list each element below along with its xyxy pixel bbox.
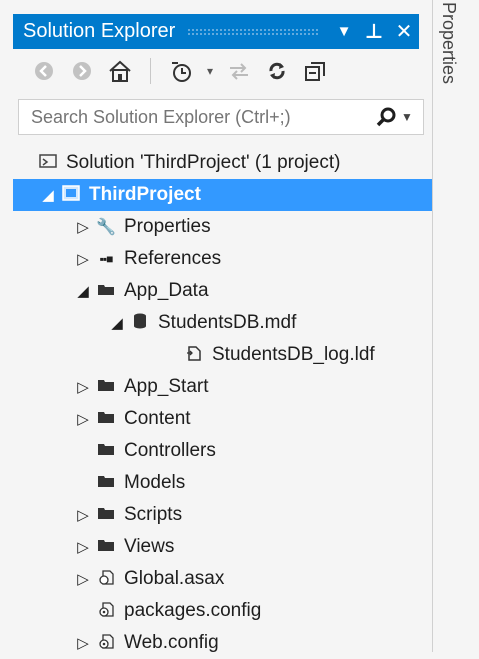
tree-item-label: Properties <box>124 216 211 237</box>
expand-arrow-icon[interactable]: ▷ <box>72 506 94 524</box>
tree-item-label: App_Start <box>124 376 209 397</box>
expand-arrow-icon[interactable]: ▷ <box>72 570 94 588</box>
expand-arrow-icon[interactable]: ▷ <box>72 634 94 652</box>
tree-item-web-config[interactable]: ▷ Web.config <box>72 627 219 659</box>
panel-title: Solution Explorer <box>23 20 176 42</box>
tree-item-label: StudentsDB_log.ldf <box>212 344 375 365</box>
folder-icon <box>94 538 118 557</box>
config-file-icon <box>94 633 118 654</box>
tree-item-studentsdb[interactable]: ◢ StudentsDB.mdf <box>106 307 296 339</box>
collapse-arrow-icon[interactable]: ◢ <box>72 282 94 300</box>
wrench-icon: 🔧 <box>96 219 116 236</box>
panel-dropdown-button[interactable]: ▼ <box>329 23 359 40</box>
side-tab-label: Properties <box>439 2 459 85</box>
folder-icon <box>94 410 118 429</box>
pending-changes-icon[interactable] <box>165 57 197 85</box>
folder-icon <box>94 506 118 525</box>
tree-item-label: Views <box>124 536 175 557</box>
tree-item-views[interactable]: ▷ Views <box>72 531 174 563</box>
expand-arrow-icon[interactable]: ▷ <box>72 218 94 236</box>
tree-item-packages-config[interactable]: packages.config <box>94 595 261 627</box>
tree-item-label: App_Data <box>124 280 209 301</box>
tree-item-label: Scripts <box>124 504 183 525</box>
search-icon[interactable] <box>371 106 401 128</box>
explorer-toolbar: ▾ <box>28 55 331 87</box>
tree-item-app-start[interactable]: ▷ App_Start <box>72 371 209 403</box>
solution-explorer-panel: Solution Explorer ▼ ⊥ ✕ ▾ Search Solutio… <box>0 0 433 653</box>
folder-icon <box>94 474 118 493</box>
tree-item-references[interactable]: ▷ ▪▪■ References <box>72 243 221 275</box>
search-options-dropdown-icon[interactable]: ▼ <box>401 110 423 124</box>
tree-item-studentsdb-log[interactable]: StudentsDB_log.ldf <box>182 339 375 371</box>
tree-item-controllers[interactable]: Controllers <box>94 435 216 467</box>
tree-item-content[interactable]: ▷ Content <box>72 403 191 435</box>
collapse-all-icon[interactable] <box>299 57 331 85</box>
web-project-icon <box>59 184 83 206</box>
folder-open-icon <box>94 282 118 301</box>
tree-item-label: Solution 'ThirdProject' (1 project) <box>66 152 341 173</box>
sync-icon[interactable] <box>223 57 255 85</box>
dropdown-arrow-icon[interactable]: ▾ <box>203 57 217 85</box>
expand-arrow-icon[interactable]: ▷ <box>72 378 94 396</box>
panel-titlebar[interactable]: Solution Explorer ▼ ⊥ ✕ <box>13 14 419 49</box>
tree-item-label: packages.config <box>124 600 262 621</box>
tree-item-properties[interactable]: ▷ 🔧 Properties <box>72 211 211 243</box>
expand-arrow-icon[interactable]: ▷ <box>72 410 94 428</box>
search-box[interactable]: ▼ <box>18 99 424 135</box>
drag-grip[interactable] <box>187 27 319 36</box>
tree-item-label: Controllers <box>124 440 216 461</box>
tree-item-label: Content <box>124 408 191 429</box>
pin-button[interactable]: ⊥ <box>359 19 389 44</box>
tree-item-app-data[interactable]: ◢ App_Data <box>72 275 209 307</box>
references-icon: ▪▪■ <box>99 252 114 266</box>
properties-side-tab[interactable]: Properties <box>434 0 479 120</box>
folder-icon <box>94 442 118 461</box>
tree-item-global-asax[interactable]: ▷ Global.asax <box>72 563 224 595</box>
tree-item-label: Web.config <box>124 632 219 653</box>
home-icon[interactable] <box>104 57 136 85</box>
global-file-icon <box>94 569 118 590</box>
search-input[interactable] <box>19 105 371 129</box>
forward-icon[interactable] <box>66 57 98 85</box>
tree-item-label: Models <box>124 472 186 493</box>
toolbar-separator <box>150 58 151 84</box>
back-icon[interactable] <box>28 57 60 85</box>
tree-item-scripts[interactable]: ▷ Scripts <box>72 499 182 531</box>
folder-icon <box>94 378 118 397</box>
collapse-arrow-icon[interactable]: ◢ <box>37 186 59 204</box>
tree-item-label: References <box>124 248 222 269</box>
tree-item-label: StudentsDB.mdf <box>158 312 297 333</box>
tree-item-label: ThirdProject <box>89 184 201 205</box>
tree-item-solution[interactable]: Solution 'ThirdProject' (1 project) <box>36 147 340 179</box>
tree-item-project[interactable]: ◢ ThirdProject <box>13 179 432 211</box>
close-button[interactable]: ✕ <box>389 19 419 44</box>
database-icon <box>128 313 152 334</box>
expand-arrow-icon[interactable]: ▷ <box>72 538 94 556</box>
collapse-arrow-icon[interactable]: ◢ <box>106 314 128 332</box>
expand-arrow-icon[interactable]: ▷ <box>72 250 94 268</box>
linked-file-icon <box>182 345 206 366</box>
refresh-icon[interactable] <box>261 57 293 85</box>
tree-item-label: Global.asax <box>124 568 225 589</box>
tree-item-models[interactable]: Models <box>94 467 185 499</box>
solution-icon <box>36 153 60 174</box>
config-file-icon <box>94 601 118 622</box>
